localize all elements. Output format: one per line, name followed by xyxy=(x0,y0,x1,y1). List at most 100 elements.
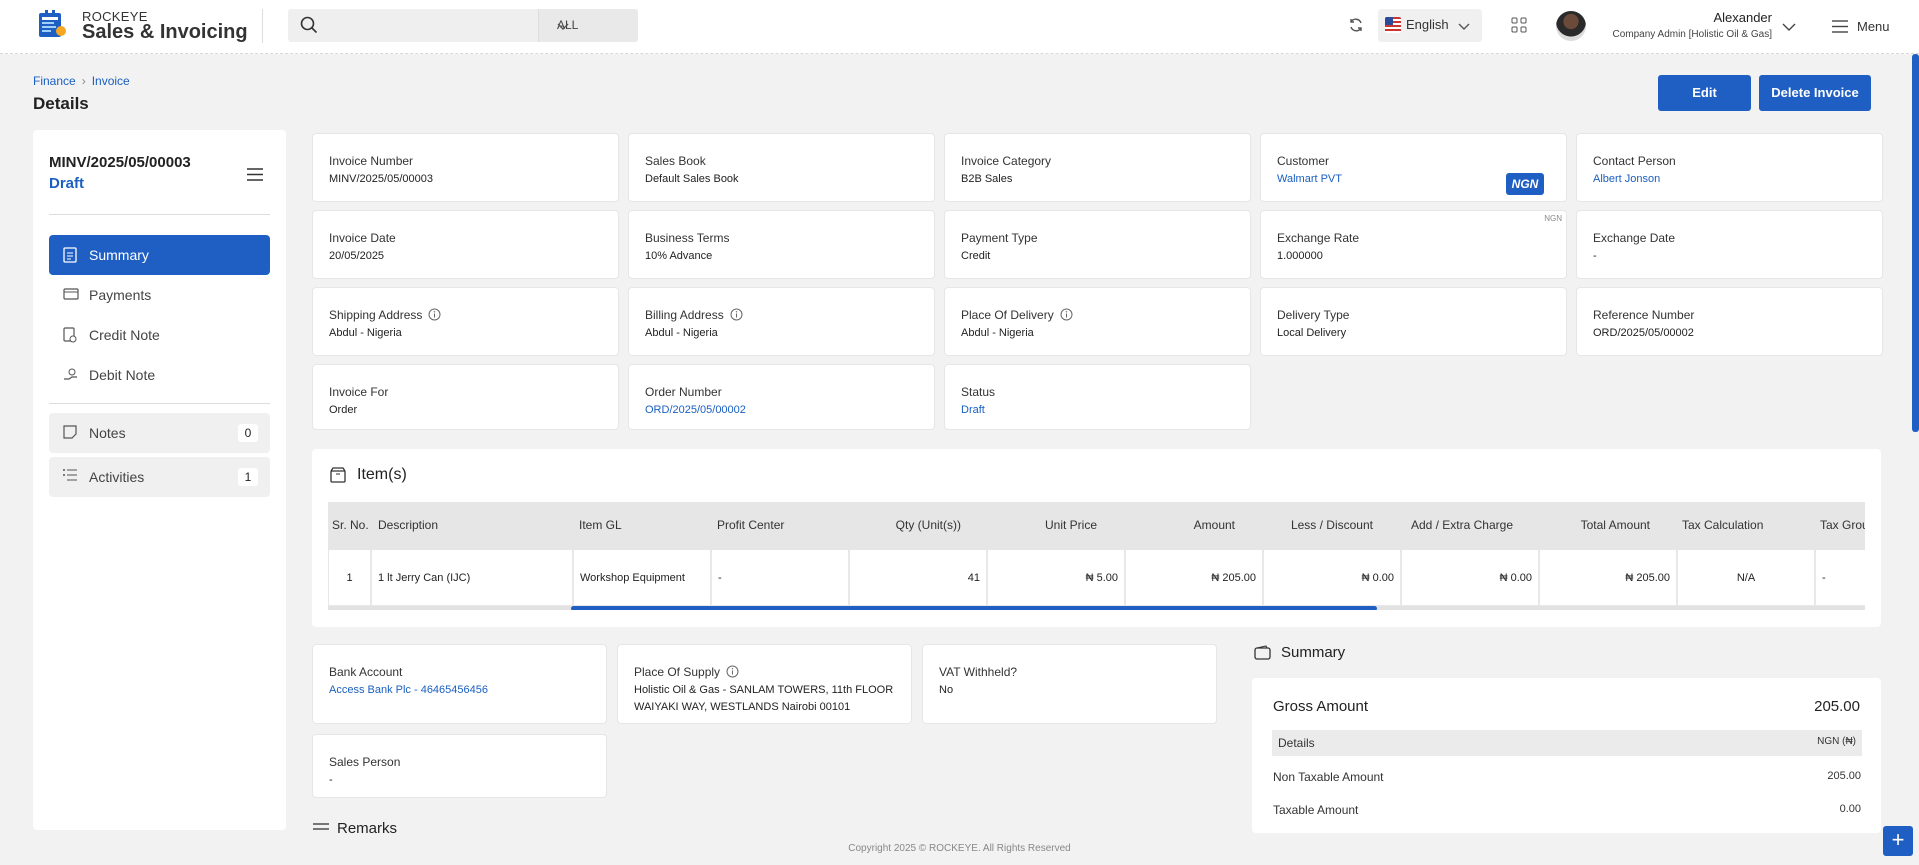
field-label: Sales Book xyxy=(645,154,706,168)
field-label: Place Of Supply xyxy=(634,665,739,681)
sidebar-item-label: Summary xyxy=(89,247,149,263)
item-gl-link[interactable]: Workshop Equipment xyxy=(573,550,711,606)
horizontal-scrollbar[interactable] xyxy=(328,606,1865,610)
field-label: Delivery Type xyxy=(1277,308,1350,322)
user-name[interactable]: Alexander xyxy=(1605,10,1772,25)
sales-person-card: Sales Person - xyxy=(312,734,607,798)
chevron-right-icon: › xyxy=(81,74,86,88)
apps-grid-icon[interactable] xyxy=(1511,17,1527,36)
header-divider xyxy=(262,9,263,43)
sidebar: MINV/2025/05/00003 Draft Summary Payment… xyxy=(33,130,286,830)
sidebar-item-notes[interactable]: Notes 0 xyxy=(49,413,270,453)
avatar[interactable] xyxy=(1556,11,1586,41)
payment-type-value: Credit xyxy=(961,250,991,262)
exchange-date-card: Exchange Date - xyxy=(1576,210,1883,279)
delete-invoice-button[interactable]: Delete Invoice xyxy=(1759,75,1871,111)
sidebar-item-debit-note[interactable]: Debit Note xyxy=(49,355,270,395)
reference-number-card: Reference Number ORD/2025/05/00002 xyxy=(1576,287,1883,356)
column-header: Add / Extra Charge xyxy=(1410,518,1513,532)
scrollbar-thumb[interactable] xyxy=(571,606,1377,610)
package-icon xyxy=(330,467,346,486)
place-of-supply-card: Place Of Supply Holistic Oil & Gas - SAN… xyxy=(617,644,912,724)
place-of-delivery-card: Place Of Delivery Abdul - Nigeria xyxy=(944,287,1251,356)
vat-withheld-card: VAT Withheld? No xyxy=(922,644,1217,724)
column-header: Unit Price xyxy=(1044,518,1097,532)
tax-calculation-cell: N/A xyxy=(1677,550,1815,606)
bank-account-link[interactable]: Access Bank Plc - 46465456456 xyxy=(329,684,488,696)
info-icon[interactable] xyxy=(428,308,441,324)
document-status: Draft xyxy=(49,175,85,192)
extra-charge-cell: ₦ 0.00 xyxy=(1401,550,1539,606)
breadcrumb-invoice[interactable]: Invoice xyxy=(92,74,130,88)
non-taxable-row: Non Taxable Amount 205.00 xyxy=(1273,770,1861,784)
column-header: Description xyxy=(378,518,439,532)
document-number: MINV/2025/05/00003 xyxy=(49,154,191,171)
hamburger-icon[interactable] xyxy=(247,168,263,184)
contact-person-link[interactable]: Albert Jonson xyxy=(1593,173,1660,185)
currency-badge: NGN xyxy=(1506,173,1544,195)
language-select[interactable]: English xyxy=(1378,9,1482,42)
invoice-date-card: Invoice Date 20/05/2025 xyxy=(312,210,619,279)
delivery-type-value: Local Delivery xyxy=(1277,327,1347,339)
shipping-address-value: Abdul - Nigeria xyxy=(329,327,402,339)
sales-book-value: Default Sales Book xyxy=(645,173,739,185)
field-label: Billing Address xyxy=(645,308,743,324)
activity-list-icon xyxy=(63,469,77,484)
sidebar-item-activities[interactable]: Activities 1 xyxy=(49,457,270,497)
add-button[interactable]: + xyxy=(1883,826,1913,856)
vertical-scrollbar[interactable] xyxy=(1912,54,1919,432)
language-label: English xyxy=(1406,17,1449,32)
non-taxable-value: 205.00 xyxy=(1827,770,1861,782)
sales-person-value: - xyxy=(329,774,333,786)
field-label: Reference Number xyxy=(1593,308,1695,322)
sidebar-item-payments[interactable]: Payments xyxy=(49,275,270,315)
field-label: VAT Withheld? xyxy=(939,665,1018,679)
sidebar-item-credit-note[interactable]: Credit Note xyxy=(49,315,270,355)
sidebar-item-label: Notes xyxy=(89,425,126,441)
edit-button[interactable]: Edit xyxy=(1658,75,1751,111)
billing-address-value: Abdul - Nigeria xyxy=(645,327,718,339)
document-icon xyxy=(63,247,77,266)
info-icon[interactable] xyxy=(1060,308,1073,324)
description-link[interactable]: 1 lt Jerry Can (IJC) xyxy=(371,550,573,606)
shipping-address-card: Shipping Address Abdul - Nigeria xyxy=(312,287,619,356)
contact-person-card: Contact Person Albert Jonson xyxy=(1576,133,1883,202)
invoice-for-card: Invoice For Order xyxy=(312,364,619,430)
invoice-category-card: Invoice Category B2B Sales xyxy=(944,133,1251,202)
field-label: Bank Account xyxy=(329,665,403,679)
field-label: Status xyxy=(961,385,996,399)
chevron-down-icon[interactable] xyxy=(1782,21,1796,35)
invoice-number-value: MINV/2025/05/00003 xyxy=(329,173,433,185)
field-label: Contact Person xyxy=(1593,154,1676,168)
info-icon[interactable] xyxy=(730,308,743,324)
remarks-icon xyxy=(313,822,329,836)
summary-panel: Gross Amount 205.00 Details NGN (₦) Non … xyxy=(1252,678,1881,833)
note-icon xyxy=(63,425,77,442)
shipping-address-label: Shipping Address xyxy=(329,308,423,323)
app-logo-icon[interactable] xyxy=(37,9,67,39)
breadcrumb-finance[interactable]: Finance xyxy=(33,74,76,88)
non-taxable-label: Non Taxable Amount xyxy=(1273,770,1384,784)
field-label: Invoice Category xyxy=(961,154,1052,168)
wallet-icon xyxy=(1254,645,1271,663)
refresh-icon[interactable] xyxy=(1348,17,1364,36)
summary-title: Summary xyxy=(1281,644,1346,661)
exchange-date-value: - xyxy=(1593,250,1597,262)
taxable-label: Taxable Amount xyxy=(1273,803,1359,817)
menu-button[interactable]: Menu xyxy=(1857,19,1890,34)
notes-count-badge: 0 xyxy=(238,424,258,442)
search-input[interactable] xyxy=(288,9,538,42)
top-bar: ROCKEYE Sales & Invoicing ALL English Al… xyxy=(0,0,1919,54)
order-number-link[interactable]: ORD/2025/05/00002 xyxy=(645,404,746,416)
search-scope-select[interactable]: ALL xyxy=(538,9,638,42)
sidebar-item-summary[interactable]: Summary xyxy=(49,235,270,275)
sr-no-cell: 1 xyxy=(328,550,371,606)
menu-icon[interactable] xyxy=(1832,20,1848,36)
place-of-delivery-value: Abdul - Nigeria xyxy=(961,327,1034,339)
info-icon[interactable] xyxy=(726,665,739,681)
sales-book-card: Sales Book Default Sales Book xyxy=(628,133,935,202)
customer-card: Customer Walmart PVT NGN xyxy=(1260,133,1567,202)
page-title: Details xyxy=(33,94,89,113)
customer-link[interactable]: Walmart PVT xyxy=(1277,173,1342,185)
details-label: Details xyxy=(1278,736,1315,750)
